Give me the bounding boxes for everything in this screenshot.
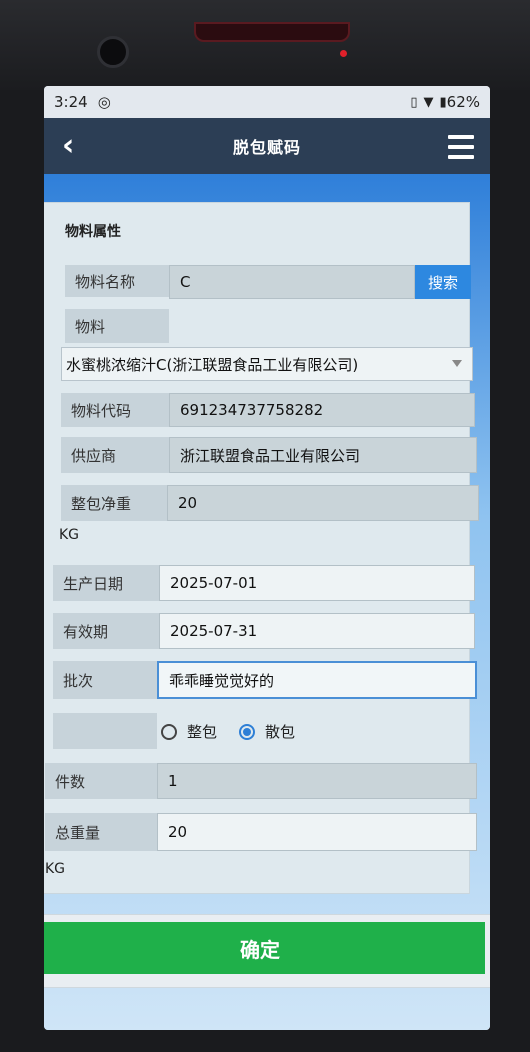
device-screen: 3:24 ◎ ▯ ▼ ▮ 62% ‹ 脱包赋码 物料属性 物料名称 C 搜索 物… bbox=[44, 86, 490, 1030]
expiry-date-input[interactable]: 2025-07-31 bbox=[159, 613, 475, 649]
app-header: ‹ 脱包赋码 bbox=[44, 118, 490, 174]
front-camera bbox=[97, 36, 129, 68]
battery-level: 62% bbox=[446, 93, 480, 111]
expiry-date-row: 有效期 2025-07-31 bbox=[53, 613, 475, 649]
material-name-input[interactable]: C bbox=[169, 265, 415, 299]
material-name-label: 物料名称 bbox=[65, 265, 169, 297]
notification-icon: ◎ bbox=[97, 93, 111, 111]
status-time: 3:24 bbox=[54, 93, 88, 111]
device-bezel bbox=[0, 0, 530, 90]
count-row: 件数 1 bbox=[45, 763, 477, 799]
net-weight-row: 整包净重 20 bbox=[61, 485, 479, 521]
production-date-input[interactable]: 2025-07-01 bbox=[159, 565, 475, 601]
net-weight-unit: KG bbox=[59, 527, 80, 543]
pack-type-radio-group: 整包 散包 bbox=[161, 721, 295, 742]
material-code-row: 物料代码 691234737758282 bbox=[61, 393, 475, 427]
expiry-date-label: 有效期 bbox=[53, 613, 159, 649]
net-weight-field: 20 bbox=[167, 485, 479, 521]
production-date-label: 生产日期 bbox=[53, 565, 159, 601]
production-date-row: 生产日期 2025-07-01 bbox=[53, 565, 475, 601]
wifi-icon: ▼ bbox=[423, 94, 434, 110]
search-button[interactable]: 搜索 bbox=[415, 265, 471, 299]
radio-whole-pack-label: 整包 bbox=[187, 723, 218, 741]
batch-label: 批次 bbox=[53, 661, 157, 699]
material-select[interactable]: 水蜜桃浓缩汁C(浙江联盟食品工业有限公司) bbox=[61, 347, 473, 381]
batch-row: 批次 乖乖睡觉觉好的 bbox=[53, 661, 477, 699]
total-weight-field: 20 bbox=[157, 813, 477, 851]
menu-icon[interactable] bbox=[448, 135, 474, 159]
supplier-row: 供应商 浙江联盟食品工业有限公司 bbox=[61, 437, 477, 473]
material-name-row: 物料名称 C 搜索 bbox=[65, 265, 471, 301]
material-label: 物料 bbox=[65, 309, 169, 343]
earpiece-speaker bbox=[194, 22, 350, 42]
radio-loose-pack[interactable] bbox=[239, 723, 256, 740]
count-label: 件数 bbox=[45, 763, 157, 799]
indicator-light bbox=[340, 50, 347, 57]
vibrate-icon: ▯ bbox=[410, 94, 418, 110]
supplier-label: 供应商 bbox=[61, 437, 169, 473]
material-code-field: 691234737758282 bbox=[169, 393, 475, 427]
radio-whole-pack[interactable] bbox=[161, 723, 177, 740]
total-weight-row: 总重量 20 bbox=[45, 813, 477, 851]
net-weight-label: 整包净重 bbox=[61, 485, 167, 521]
chevron-left-icon[interactable]: ‹ bbox=[62, 131, 74, 161]
count-field: 1 bbox=[157, 763, 477, 799]
total-weight-unit: KG bbox=[45, 861, 66, 877]
pack-type-label bbox=[53, 713, 157, 749]
material-selected-value: 水蜜桃浓缩汁C(浙江联盟食品工业有限公司) bbox=[66, 355, 359, 374]
batch-input[interactable]: 乖乖睡觉觉好的 bbox=[157, 661, 477, 699]
radio-loose-pack-label: 散包 bbox=[265, 723, 296, 741]
total-weight-label: 总重量 bbox=[45, 813, 157, 851]
chevron-down-icon bbox=[452, 360, 462, 367]
page-title: 脱包赋码 bbox=[232, 138, 301, 157]
section-title: 物料属性 bbox=[65, 224, 121, 240]
confirm-bar: 确定 bbox=[44, 914, 490, 988]
status-bar: 3:24 ◎ ▯ ▼ ▮ 62% bbox=[44, 86, 490, 118]
supplier-field: 浙江联盟食品工业有限公司 bbox=[169, 437, 477, 473]
main-content: 物料属性 物料名称 C 搜索 物料 水蜜桃浓缩汁C(浙江联盟食品工业有限公司) … bbox=[44, 174, 490, 1030]
material-code-label: 物料代码 bbox=[61, 393, 169, 427]
material-properties-card: 物料属性 物料名称 C 搜索 物料 水蜜桃浓缩汁C(浙江联盟食品工业有限公司) … bbox=[44, 202, 479, 894]
confirm-button[interactable]: 确定 bbox=[44, 922, 485, 974]
battery-icon: ▮ bbox=[439, 94, 447, 110]
